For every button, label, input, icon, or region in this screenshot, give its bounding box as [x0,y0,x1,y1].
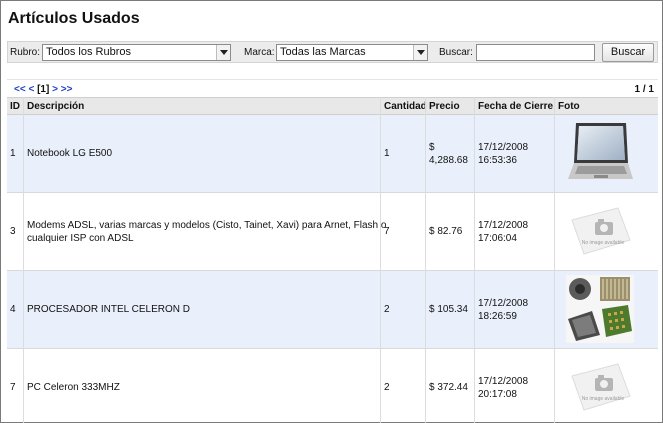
row-close-date: 17/12/2008 [478,220,529,231]
pagination-nav: << < [1] > >> [14,84,72,95]
no-image-placeholder[interactable]: No image available [566,198,634,266]
next-page-link[interactable]: > [52,84,58,95]
row-price: $ 372.44 [429,382,468,393]
table-header: ID Descripción Cantidad Precio Fecha de … [7,97,658,115]
row-id: 3 [10,226,16,237]
header-id[interactable]: ID [10,101,20,112]
chevron-down-icon[interactable] [413,45,427,60]
no-image-text: No image available [582,396,625,402]
row-description[interactable]: PROCESADOR INTEL CELERON D [27,304,190,315]
row-description-line2[interactable]: cualquier ISP con ADSL [27,233,134,244]
row-close-time: 20:17:08 [478,389,517,400]
rubro-select[interactable]: Todos los Rubros [42,44,231,61]
row-close-time: 16:53:36 [478,155,517,166]
column-divider [380,97,381,423]
page-title: Artículos Usados [8,10,140,27]
row-close-date: 17/12/2008 [478,376,529,387]
search-button[interactable]: Buscar [602,43,654,62]
window-frame: Artículos Usados Rubro: Todos los Rubros… [0,0,663,423]
row-id: 4 [10,304,16,315]
row-description[interactable]: Modems ADSL, varias marcas y modelos (Ci… [27,220,386,231]
row-price: $ 82.76 [429,226,463,237]
row-quantity: 2 [384,382,390,393]
row-quantity: 1 [384,148,390,159]
row-price: $ 105.34 [429,304,468,315]
row-close-time: 18:26:59 [478,311,517,322]
row-id: 1 [10,148,16,159]
row-quantity: 2 [384,304,390,315]
table-row[interactable]: 7 PC Celeron 333MHZ 2 $ 372.44 17/12/200… [7,349,658,423]
buscar-label: Buscar: [439,47,473,58]
row-close-date: 17/12/2008 [478,142,529,153]
header-foto: Foto [558,101,580,112]
row-close-time: 17:06:04 [478,233,517,244]
rubro-select-value: Todos los Rubros [46,46,131,58]
chevron-down-icon[interactable] [216,45,230,60]
table-row[interactable]: 4 PROCESADOR INTEL CELERON D 2 $ 105.34 … [7,271,658,349]
column-divider [474,97,475,423]
first-page-link[interactable]: << [14,84,26,95]
row-price-amount: 4,288.68 [429,155,468,166]
header-cantidad[interactable]: Cantidad [384,101,427,112]
row-id: 7 [10,382,16,393]
table-row[interactable]: 1 Notebook LG E500 1 $ 4,288.68 17/12/20… [7,115,658,193]
marca-select[interactable]: Todas las Marcas [276,44,428,61]
header-fecha[interactable]: Fecha de Cierre [478,101,553,112]
last-page-link[interactable]: >> [61,84,73,95]
header-descripcion[interactable]: Descripción [27,101,84,112]
search-input[interactable] [476,44,595,61]
no-image-placeholder[interactable]: No image available [566,354,634,422]
filter-bar: Rubro: Todos los Rubros Marca: Todas las… [7,41,658,63]
row-description[interactable]: PC Celeron 333MHZ [27,382,120,393]
rubro-label: Rubro: [10,47,41,58]
marca-select-value: Todas las Marcas [280,46,366,58]
marca-label: Marca: [244,47,275,58]
row-close-date: 17/12/2008 [478,298,529,309]
column-divider [23,97,24,423]
laptop-photo[interactable] [566,119,634,187]
column-divider [554,97,555,423]
table-row[interactable]: 3 Modems ADSL, varias marcas y modelos (… [7,193,658,271]
row-quantity: 7 [384,226,390,237]
pagination-bar: << < [1] > >> 1 / 1 [7,79,658,97]
processor-photo[interactable] [566,275,634,343]
no-image-text: No image available [582,240,625,246]
prev-page-link[interactable]: < [28,84,34,95]
row-description[interactable]: Notebook LG E500 [27,148,112,159]
row-price-currency: $ [429,142,435,153]
articles-table: ID Descripción Cantidad Precio Fecha de … [7,97,658,423]
current-page: [1] [37,84,50,95]
page-count: 1 / 1 [634,84,654,95]
column-divider [425,97,426,423]
header-precio[interactable]: Precio [429,101,460,112]
